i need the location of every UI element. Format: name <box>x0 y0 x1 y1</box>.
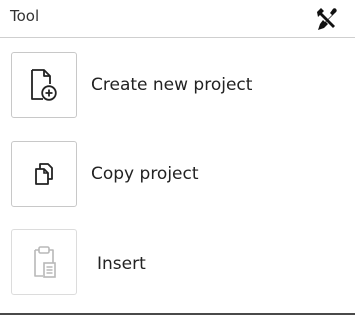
insert-icon-box[interactable] <box>11 229 77 295</box>
tools-icon[interactable] <box>313 6 339 32</box>
copy-icon <box>35 163 53 185</box>
paste-clipboard-icon <box>34 246 56 278</box>
insert-label: Insert <box>97 254 146 274</box>
copy-project-label: Copy project <box>91 164 199 184</box>
copy-project-icon-box[interactable] <box>11 141 77 207</box>
create-new-project-label: Create new project <box>91 75 253 95</box>
panel-header: Tool <box>0 0 355 38</box>
panel-title: Tool <box>10 7 40 25</box>
tool-panel: Tool Create new project Copy project Ins… <box>0 0 355 315</box>
new-file-plus-icon <box>31 69 57 101</box>
create-new-project-icon-box[interactable] <box>11 52 77 118</box>
create-new-project-button[interactable]: Create new project <box>11 52 341 120</box>
insert-button[interactable]: Insert <box>11 229 341 297</box>
copy-project-button[interactable]: Copy project <box>11 141 341 209</box>
